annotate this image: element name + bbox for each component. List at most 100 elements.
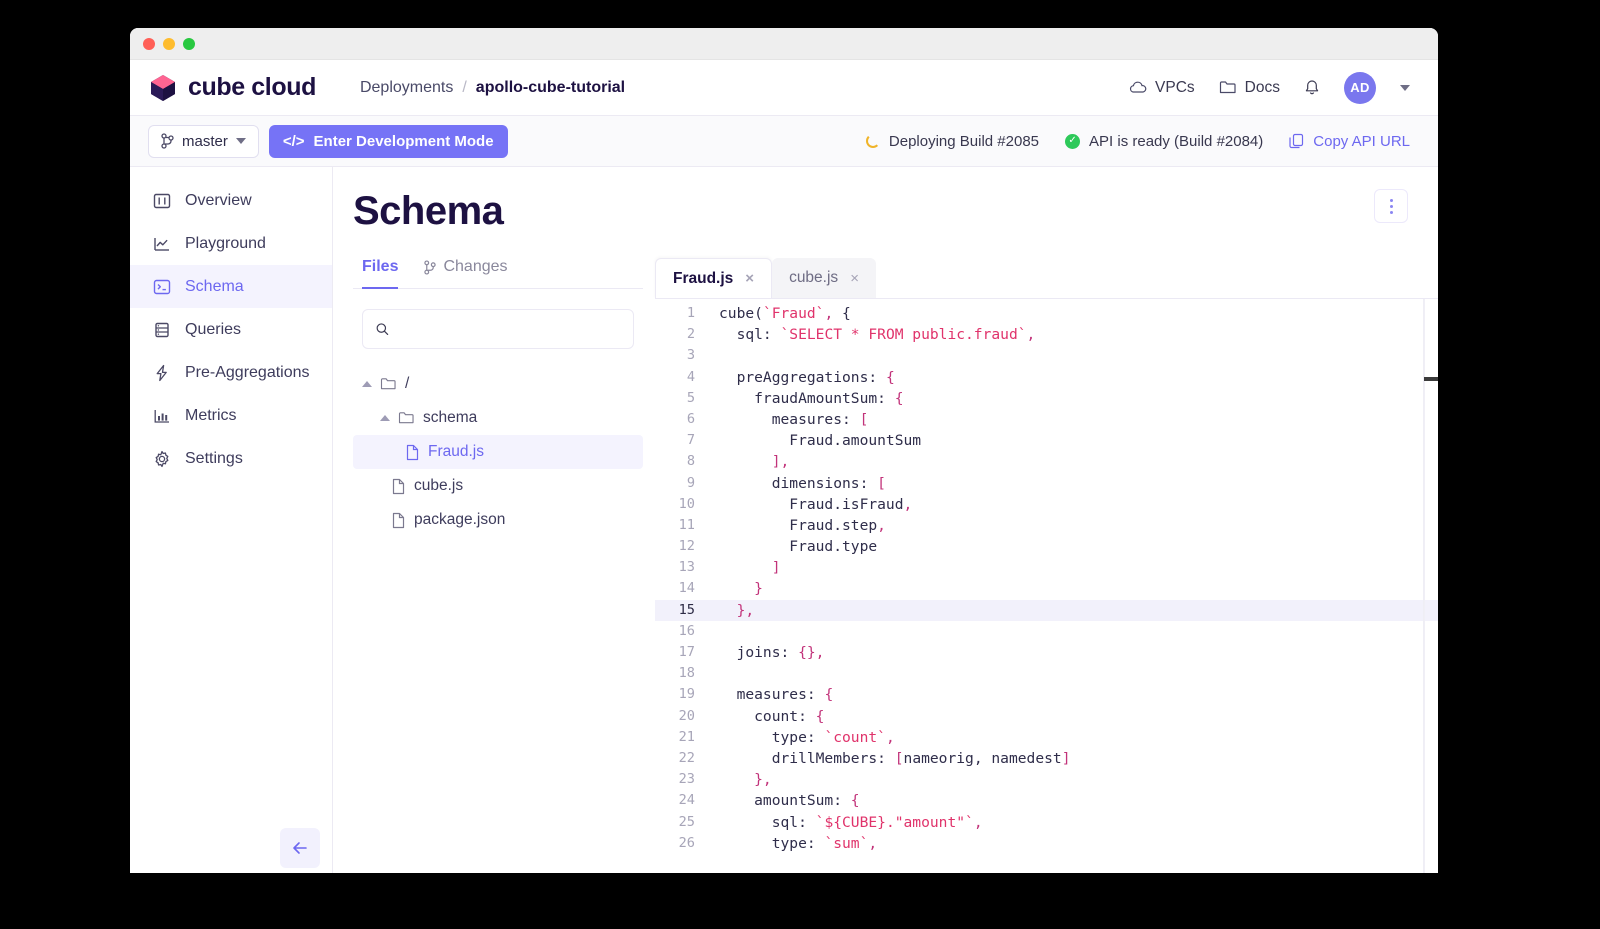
sidebar-item-schema[interactable]: Schema — [130, 265, 332, 308]
code-text[interactable]: Fraud.amountSum — [711, 430, 921, 451]
code-token: preAggregations: — [719, 368, 886, 386]
code-line[interactable]: 13 ] — [655, 557, 1438, 578]
code-token: amountSum: — [719, 792, 851, 810]
code-line[interactable]: 25 sql: `${CUBE}."amount"`, — [655, 812, 1438, 833]
close-icon[interactable]: × — [745, 271, 754, 286]
code-line[interactable]: 4 preAggregations: { — [655, 367, 1438, 388]
code-text[interactable]: drillMembers: [nameorig, namedest] — [711, 748, 1071, 769]
editor-tab-fraud-js[interactable]: Fraud.js × — [655, 258, 773, 298]
code-text[interactable]: fraudAmountSum: { — [711, 388, 903, 409]
code-text[interactable]: Fraud.step, — [711, 515, 886, 536]
line-number: 26 — [678, 834, 695, 851]
code-line[interactable]: 22 drillMembers: [nameorig, namedest] — [655, 748, 1438, 769]
code-text[interactable]: type: `sum`, — [711, 833, 877, 854]
code-line[interactable]: 18 — [655, 663, 1438, 684]
code-line[interactable]: 20 count: { — [655, 706, 1438, 727]
code-text[interactable]: measures: { — [711, 684, 834, 705]
code-brackets-icon: </> — [282, 132, 305, 150]
code-line[interactable]: 2 sql: `SELECT * FROM public.fraud`, — [655, 324, 1438, 345]
docs-link[interactable]: Docs — [1219, 79, 1280, 97]
code-lines[interactable]: 1 cube(`Fraud`, {2 sql: `SELECT * FROM pu… — [655, 299, 1438, 854]
sidebar-item-metrics[interactable]: Metrics — [130, 394, 332, 437]
file-search-box[interactable] — [362, 309, 634, 349]
code-line[interactable]: 14 } — [655, 578, 1438, 599]
editor-scrollbar[interactable] — [1424, 299, 1438, 873]
code-line[interactable]: 12 Fraud.type — [655, 536, 1438, 557]
minimize-window-button[interactable] — [163, 37, 175, 50]
search-input[interactable] — [398, 321, 621, 337]
tab-files[interactable]: Files — [362, 258, 399, 289]
code-text[interactable]: ] — [711, 557, 781, 578]
chevron-down-icon[interactable] — [1400, 84, 1410, 91]
tree-item-label: Fraud.js — [428, 443, 484, 460]
breadcrumb-parent[interactable]: Deployments — [360, 79, 453, 97]
enter-development-mode-button[interactable]: </> Enter Development Mode — [268, 124, 508, 158]
editor-tab-cube-js[interactable]: cube.js × — [772, 258, 876, 298]
breadcrumb-current[interactable]: apollo-cube-tutorial — [476, 79, 625, 97]
code-line[interactable]: 11 Fraud.step, — [655, 515, 1438, 536]
avatar[interactable]: AD — [1344, 71, 1376, 104]
more-options-button[interactable] — [1374, 189, 1408, 223]
dot-icon — [1389, 210, 1393, 214]
sidebar-item-playground[interactable]: Playground — [130, 222, 332, 265]
code-text[interactable]: sql: `${CUBE}."amount"`, — [711, 812, 983, 833]
close-icon[interactable]: × — [850, 271, 859, 286]
code-text[interactable]: cube(`Fraud`, { — [711, 303, 851, 324]
code-text[interactable]: dimensions: [ — [711, 473, 886, 494]
code-editor[interactable]: 1 cube(`Fraud`, {2 sql: `SELECT * FROM pu… — [655, 298, 1438, 873]
code-line[interactable]: 10 Fraud.isFraud, — [655, 494, 1438, 515]
code-text[interactable]: } — [711, 578, 763, 599]
code-line[interactable]: 9 dimensions: [ — [655, 473, 1438, 494]
code-text[interactable]: amountSum: { — [711, 790, 859, 811]
code-line[interactable]: 26 type: `sum`, — [655, 833, 1438, 854]
code-text[interactable]: count: { — [711, 706, 824, 727]
tab-changes[interactable]: Changes — [424, 258, 508, 288]
code-line[interactable]: 23 }, — [655, 769, 1438, 790]
copy-api-url-button[interactable]: Copy API URL — [1289, 133, 1410, 150]
code-line[interactable]: 3 — [655, 345, 1438, 366]
notifications-button[interactable] — [1304, 79, 1320, 97]
code-line[interactable]: 21 type: `count`, — [655, 727, 1438, 748]
code-line[interactable]: 17 joins: {}, — [655, 642, 1438, 663]
sidebar-item-pre-aggregations[interactable]: Pre-Aggregations — [130, 351, 332, 394]
code-text[interactable]: Fraud.type — [711, 536, 877, 557]
code-line[interactable]: 19 measures: { — [655, 684, 1438, 705]
code-line[interactable]: 6 measures: [ — [655, 409, 1438, 430]
code-line[interactable]: 16 — [655, 621, 1438, 642]
tree-file-package-json[interactable]: package.json — [353, 503, 643, 537]
close-window-button[interactable] — [143, 37, 155, 50]
sidebar-item-label: Overview — [185, 191, 252, 209]
code-text[interactable]: measures: [ — [711, 409, 869, 430]
sidebar-item-settings[interactable]: Settings — [130, 437, 332, 480]
code-text[interactable]: Fraud.isFraud, — [711, 494, 912, 515]
file-icon — [392, 478, 405, 494]
branch-selector[interactable]: master — [148, 124, 259, 158]
code-text[interactable]: }, — [711, 769, 772, 790]
scrollbar-thumb[interactable] — [1424, 377, 1438, 381]
code-line[interactable]: 5 fraudAmountSum: { — [655, 388, 1438, 409]
code-text[interactable]: preAggregations: { — [711, 367, 895, 388]
code-text[interactable]: type: `count`, — [711, 727, 895, 748]
code-line[interactable]: 24 amountSum: { — [655, 790, 1438, 811]
code-text[interactable]: joins: {}, — [711, 642, 825, 663]
code-line[interactable]: 15 }, — [655, 599, 1438, 621]
sidebar-item-overview[interactable]: Overview — [130, 179, 332, 222]
collapse-sidebar-button[interactable] — [280, 828, 320, 868]
tree-file-cube-js[interactable]: cube.js — [353, 469, 643, 503]
code-line[interactable]: 7 Fraud.amountSum — [655, 430, 1438, 451]
sidebar: Overview Playground Schema Queries Pre-A… — [130, 167, 333, 873]
code-line[interactable]: 8 ], — [655, 451, 1438, 472]
code-text[interactable]: }, — [711, 600, 755, 621]
code-line[interactable]: 1 cube(`Fraud`, { — [655, 303, 1438, 324]
brand-logo[interactable]: cube cloud — [148, 73, 316, 103]
code-text[interactable]: sql: `SELECT * FROM public.fraud`, — [711, 324, 1036, 345]
tree-folder-root[interactable]: / — [353, 367, 643, 401]
tree-file-fraud-js[interactable]: Fraud.js — [353, 435, 643, 469]
sidebar-item-label: Playground — [185, 234, 266, 252]
zoom-window-button[interactable] — [183, 37, 195, 50]
tree-folder-schema[interactable]: schema — [353, 401, 643, 435]
vpcs-link[interactable]: VPCs — [1129, 79, 1195, 97]
code-text[interactable]: ], — [711, 451, 790, 472]
sidebar-item-queries[interactable]: Queries — [130, 308, 332, 351]
tree-item-label: package.json — [414, 511, 506, 528]
